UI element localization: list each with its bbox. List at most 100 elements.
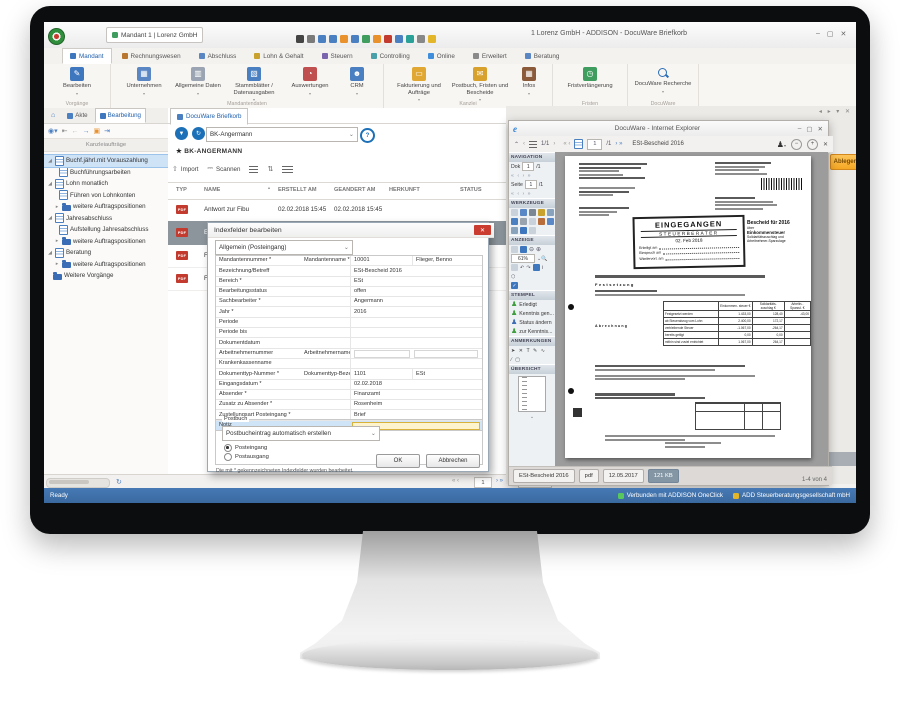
mail-icon[interactable] (538, 209, 545, 216)
col-geaendert[interactable]: GEÄNDERT AM (334, 187, 375, 193)
overview-thumbnail[interactable] (518, 376, 546, 412)
zoom-level-select[interactable]: 61% (511, 254, 535, 263)
tab-abschluss[interactable]: Abschluss (191, 48, 245, 64)
stamp-item[interactable]: ♟Erledigt (509, 300, 555, 309)
section-stempel[interactable]: STEMPEL (509, 290, 555, 300)
tools-row[interactable] (509, 208, 555, 217)
unternehmen-button[interactable]: ▦ Unternehmen▾ (117, 66, 171, 96)
viewer-window-controls[interactable]: – ▢ ✕ (798, 125, 823, 133)
tree-item[interactable]: ▸weitere Auftragspositionen (44, 201, 168, 213)
quick-access-toolbar[interactable] (296, 35, 436, 43)
crm-button[interactable]: ☻ CRM▾ (337, 66, 377, 96)
input-box[interactable] (354, 350, 410, 359)
ok-button[interactable]: OK (376, 454, 420, 468)
tools-row[interactable] (509, 226, 555, 235)
help-button[interactable]: ? (360, 128, 375, 143)
cancel-button[interactable]: Abbrechen (426, 454, 480, 468)
col-name[interactable]: NAME (204, 187, 220, 193)
chart-icon[interactable] (406, 35, 414, 43)
bearbeiten-button[interactable]: ✎ Bearbeiten▾ (50, 66, 104, 96)
refresh-icon[interactable]: ↻ (116, 478, 122, 486)
collapse-icon[interactable]: ⌃ (514, 141, 519, 148)
tab-rechnungswesen[interactable]: Rechnungswesen (114, 48, 189, 64)
pointer-icon[interactable] (533, 264, 540, 271)
filetype-chip[interactable]: pdf (579, 469, 599, 483)
import-button[interactable]: ⇧Import (172, 165, 198, 173)
fakturierung-button[interactable]: ▭ Fakturierung und Aufträge▾ (390, 66, 448, 103)
rotate-right-icon[interactable]: ↷ (526, 265, 530, 271)
zoom-out-icon[interactable]: ⊖ (529, 246, 534, 253)
tab-docuware-briefkorb[interactable]: DocuWare Briefkorb (170, 108, 248, 125)
rect-icon[interactable] (511, 264, 518, 271)
tree-item[interactable]: Weitere Vorgänge (44, 270, 168, 282)
window-controls[interactable]: – ▢ ✕ (816, 30, 846, 38)
fit-width-icon[interactable] (511, 246, 518, 253)
window-icon[interactable] (547, 218, 554, 225)
sort-icon[interactable]: ⇅ (267, 165, 273, 173)
page-input[interactable]: 1 (587, 139, 602, 150)
doc2-icon[interactable] (329, 35, 337, 43)
excel-icon[interactable] (362, 35, 370, 43)
overview-expand-icon[interactable]: ⌄ (509, 414, 555, 420)
pager-next-icon[interactable]: › » (496, 478, 503, 484)
ablegen-button[interactable]: Ablegen⌄ (830, 154, 856, 170)
stamp-tool-icon[interactable]: ♟▾ (777, 140, 786, 149)
panel-dock-controls[interactable]: ◂ ▸ ▾ ✕ (819, 108, 852, 115)
check-icon[interactable]: ✓ (511, 282, 518, 289)
options-icon[interactable]: ◉▾ (48, 127, 58, 135)
fristverlaengerung-button[interactable]: ◷ Fristverlängerung (559, 66, 621, 90)
tab-erweitert[interactable]: Erweitert (465, 48, 515, 64)
back-icon[interactable]: ← (72, 128, 79, 135)
tab-bearbeitung[interactable]: Bearbeitung (95, 108, 146, 123)
tab-beratung[interactable]: Beratung (517, 48, 568, 64)
next-page-icon[interactable]: › » (615, 141, 622, 147)
tab-online[interactable]: Online (420, 48, 463, 64)
annotation-tools2[interactable]: ∕ ▢ (509, 355, 555, 364)
tree-item[interactable]: Buchführungsarbeiten (44, 167, 168, 179)
allgemeine-daten-button[interactable]: ▥ Allgemeine Daten▾ (171, 66, 225, 96)
dok-input[interactable]: 1 (522, 162, 534, 171)
basket-select[interactable]: BK-Angermann⌄ (206, 127, 358, 142)
first-page-icon[interactable]: « ‹ (563, 141, 570, 147)
edit-icon[interactable] (520, 209, 527, 216)
window-icon[interactable] (351, 35, 359, 43)
pager-first-icon[interactable]: « ‹ (452, 478, 459, 484)
viewer-titlebar[interactable]: e DocuWare - Internet Explorer – ▢ ✕ (509, 121, 828, 137)
section-anzeige[interactable]: ANZEIGE (509, 235, 555, 245)
col-herkunft[interactable]: HERKUNFT (389, 187, 420, 193)
select-icon[interactable] (520, 227, 527, 234)
stamp-item[interactable]: ♟zur Kenntnis... (509, 327, 555, 336)
maximize-icon[interactable]: ▢ (827, 30, 834, 38)
close-icon[interactable]: ✕ (818, 125, 823, 133)
section-uebersicht[interactable]: ÜBERSICHT (509, 364, 555, 374)
zoom-in-icon[interactable]: + (807, 139, 818, 150)
goto-icon[interactable]: ⇥ (104, 127, 110, 135)
hand-icon[interactable] (529, 218, 536, 225)
tools-row[interactable] (509, 217, 555, 226)
postbuch-select[interactable]: Postbucheintrag automatisch erstellen⌄ (222, 426, 380, 441)
doc-icon[interactable] (318, 35, 326, 43)
infos-button[interactable]: ▦ Infos▾ (512, 66, 546, 96)
section-anmerkungen[interactable]: ANMERKUNGEN (509, 336, 555, 346)
client-selector[interactable]: Mandant 1 | Lorenz GmbH (106, 27, 203, 43)
stack-icon[interactable] (282, 166, 293, 173)
tab-mandant[interactable]: Mandant (62, 48, 112, 64)
close-icon[interactable]: ✕ (841, 30, 847, 38)
table-row[interactable]: PDF Antwort zur Fibu 02.02.2018 15:45 02… (168, 198, 506, 222)
zoom-select-icon[interactable]: ⌄🔍 (537, 256, 547, 262)
preset-select[interactable]: Allgemein (Posteingang)⌄ (215, 240, 353, 255)
view-row[interactable]: ⊖ ⊕ (509, 245, 555, 254)
radio-posteingang[interactable]: Posteingang (224, 444, 267, 452)
tab-controlling[interactable]: Controlling (363, 48, 418, 64)
filter-icon[interactable]: ▼ (175, 127, 188, 140)
dialog-titlebar[interactable]: Indexfelder bearbeiten ✕ (208, 223, 494, 238)
forward-icon[interactable]: → (83, 128, 90, 135)
zoom-in-icon[interactable]: ⊕ (536, 246, 541, 253)
stammblaetter-button[interactable]: ▧ Stammblätter / Datenausgaben▾ (225, 66, 283, 103)
crop-icon[interactable] (529, 227, 536, 234)
tree-item[interactable]: Führen von Lohnkonten (44, 190, 168, 202)
section-werkzeuge[interactable]: WERKZEUGE (509, 198, 555, 208)
scrollbar-thumb[interactable] (49, 480, 89, 484)
print-icon[interactable] (529, 209, 536, 216)
shape-icon[interactable]: ⬡ (511, 274, 516, 280)
